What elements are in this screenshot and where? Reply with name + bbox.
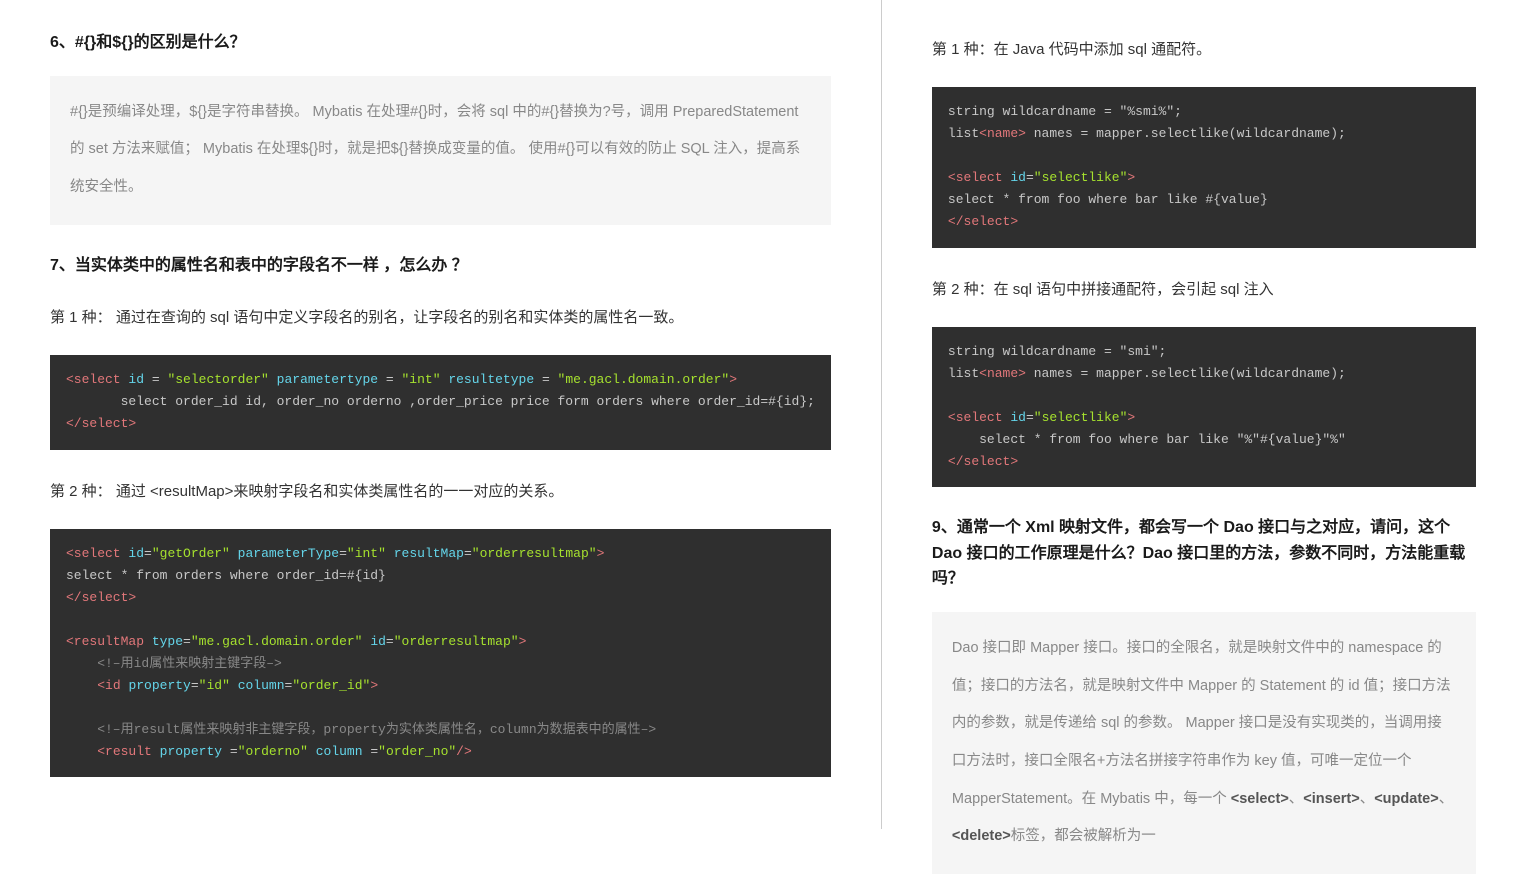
code-token: <name> [979,126,1026,141]
para-8b: 第 2 种：在 sql 语句中拼接通配符，会引起 sql 注入 [932,270,1476,309]
code-token: list [948,126,979,141]
quote-6: #{}是预编译处理，${}是字符串替换。 Mybatis 在处理#{}时，会将 … [50,76,831,225]
tag-delete: <delete> [952,828,1011,844]
para-7b: 第 2 种： 通过 <resultMap>来映射字段名和实体类属性名的一一对应的… [50,472,831,511]
tag-select: <select> [1231,791,1289,807]
code-token: > [729,372,737,387]
tag-update: <update> [1374,791,1438,807]
left-column: 6、#{}和${}的区别是什么？ #{}是预编译处理，${}是字符串替换。 My… [0,0,882,829]
code-token: <name> [979,366,1026,381]
quote-9: Dao 接口即 Mapper 接口。接口的全限名，就是映射文件中的 namesp… [932,612,1476,874]
right-column: 第 1 种：在 Java 代码中添加 sql 通配符。 string wildc… [882,0,1526,829]
code-8a: string wildcardname = "%smi%"; list<name… [932,87,1476,248]
code-token: = [152,372,168,387]
quote-text: 、 [1439,791,1454,807]
code-8b: string wildcardname = "smi"; list<name> … [932,327,1476,488]
para-7a: 第 1 种： 通过在查询的 sql 语句中定义字段名的别名，让字段名的别名和实体… [50,298,831,337]
tag-insert: <insert> [1303,791,1359,807]
quote-text: 标签，都会被解析为一 [1011,828,1156,844]
code-token: list [948,366,979,381]
code-token: parametertype [269,372,386,387]
code-token: select * from foo where bar like #{value… [948,192,1268,207]
quote-text: 、 [1289,791,1304,807]
code-token: </select> [948,214,1018,229]
code-token: <select id="selectlike"> [948,410,1135,425]
code-token: <select [66,372,121,387]
code-token: "selectorder" [167,372,268,387]
code-token: id [121,372,152,387]
code-token: </select> [948,454,1018,469]
code-token: "int" [402,372,441,387]
code-7a: <select id = "selectorder" parametertype… [50,355,831,449]
heading-6: 6、#{}和${}的区别是什么？ [50,30,831,56]
para-8a: 第 1 种：在 Java 代码中添加 sql 通配符。 [932,30,1476,69]
code-token: "me.gacl.domain.order" [558,372,730,387]
code-token: names = mapper.selectlike(wildcardname); [1026,126,1346,141]
code-token: resultetype [441,372,542,387]
code-token: string wildcardname = "smi"; [948,344,1166,359]
heading-9: 9、通常一个 Xml 映射文件，都会写一个 Dao 接口与之对应，请问，这个 D… [932,515,1476,592]
quote-text: Dao 接口即 Mapper 接口。接口的全限名，就是映射文件中的 namesp… [952,640,1451,807]
code-token: names = mapper.selectlike(wildcardname); [1026,366,1346,381]
code-token: select * from foo where bar like "%"#{va… [948,432,1346,447]
code-token: = [542,372,558,387]
code-token: string wildcardname = "%smi%"; [948,104,1182,119]
heading-7: 7、当实体类中的属性名和表中的字段名不一样 ，怎么办 ？ [50,253,831,279]
code-token: <select id="selectlike"> [948,170,1135,185]
code-7b: <select id="getOrder" parameterType="int… [50,529,831,778]
quote-text: 、 [1360,791,1375,807]
code-token: select order_id id, order_no orderno ,or… [66,394,815,409]
code-token: </select> [66,416,136,431]
code-token: = [386,372,402,387]
